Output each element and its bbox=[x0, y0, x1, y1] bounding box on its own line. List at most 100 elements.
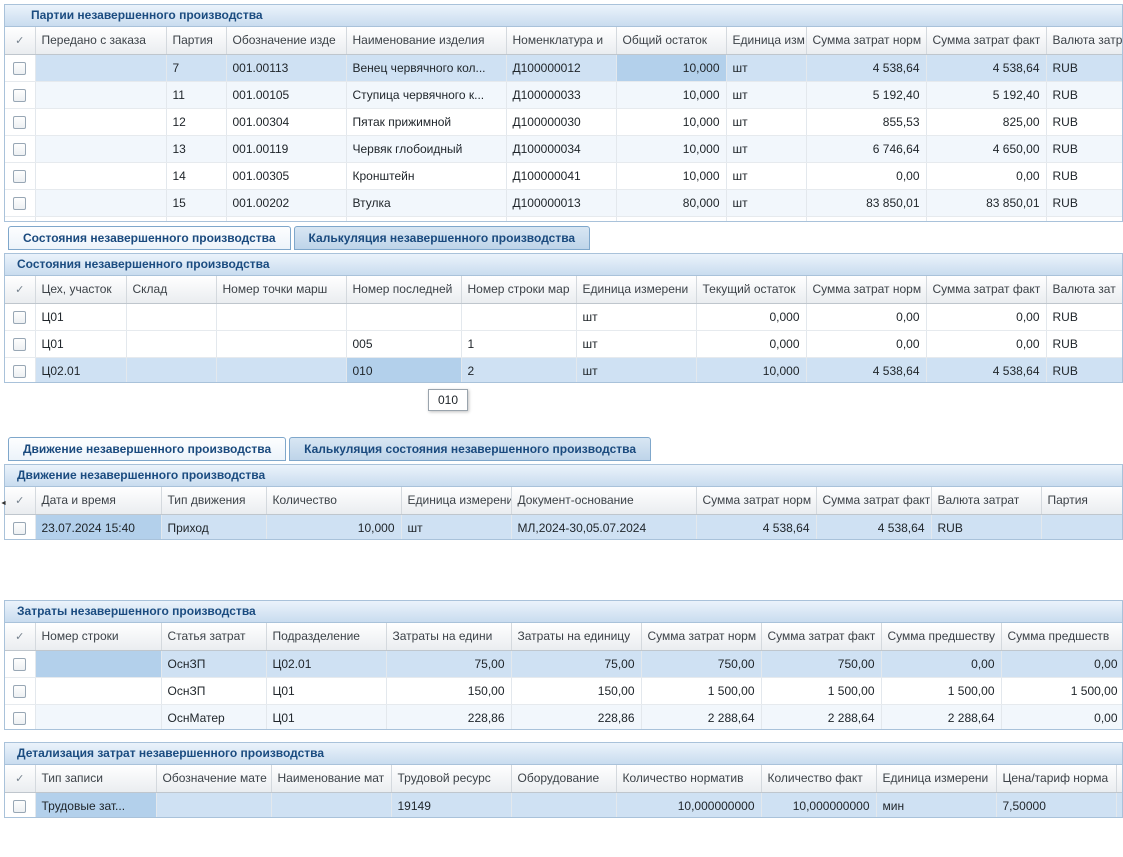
column-header[interactable]: Сумма затрат факт bbox=[926, 27, 1046, 54]
table-cell[interactable]: RUB bbox=[1046, 216, 1123, 222]
row-checkbox[interactable] bbox=[13, 62, 26, 75]
column-header[interactable]: Сумма затрат норм bbox=[696, 487, 816, 514]
table-cell[interactable]: 10,000 bbox=[616, 162, 726, 189]
column-header[interactable]: Сумма предшеств bbox=[1001, 623, 1123, 650]
table-cell[interactable]: Д100000034 bbox=[506, 135, 616, 162]
table-cell[interactable]: Ц02.01 bbox=[35, 357, 126, 383]
table-cell[interactable]: 0,00 bbox=[926, 303, 1046, 330]
column-header[interactable]: Наименование мат bbox=[271, 765, 391, 792]
table-cell[interactable]: 1 500,00 bbox=[761, 677, 881, 704]
column-header[interactable]: Единица измерени bbox=[401, 487, 511, 514]
table-cell[interactable]: 4 538,64 bbox=[816, 514, 931, 540]
column-header[interactable]: Количество норматив bbox=[616, 765, 761, 792]
column-header[interactable]: Трудовой ресурс bbox=[391, 765, 511, 792]
table-cell[interactable]: Д100000018 bbox=[506, 216, 616, 222]
table-cell[interactable]: 228,86 bbox=[386, 704, 511, 730]
table-cell[interactable]: Втулка bbox=[346, 189, 506, 216]
table-cell[interactable] bbox=[35, 135, 166, 162]
column-header[interactable]: Цех, участок bbox=[35, 276, 126, 303]
table-cell[interactable] bbox=[35, 108, 166, 135]
table-cell[interactable]: RUB bbox=[1046, 108, 1123, 135]
table-cell[interactable]: 10,000 bbox=[696, 357, 806, 383]
table-cell[interactable]: RUB bbox=[931, 514, 1041, 540]
table-cell[interactable] bbox=[126, 330, 216, 357]
column-header[interactable]: Документ-основание bbox=[511, 487, 696, 514]
select-all-header[interactable]: ✓ bbox=[5, 765, 35, 792]
table-cell[interactable]: 228,86 bbox=[511, 704, 641, 730]
table-cell[interactable]: 4 538,64 bbox=[926, 357, 1046, 383]
table-cell[interactable]: 0,00 bbox=[881, 650, 1001, 677]
row-checkbox[interactable] bbox=[13, 800, 26, 813]
table-cell[interactable]: 83 850,01 bbox=[926, 189, 1046, 216]
table-cell[interactable]: 13 bbox=[166, 135, 226, 162]
column-header[interactable]: Затраты на единицу bbox=[511, 623, 641, 650]
row-checkbox[interactable] bbox=[13, 712, 26, 725]
table-cell[interactable]: 10,000 bbox=[266, 514, 401, 540]
table-cell[interactable]: Червяк глобоидный bbox=[346, 135, 506, 162]
table-cell[interactable] bbox=[126, 357, 216, 383]
table-cell[interactable]: Ц01 bbox=[35, 303, 126, 330]
table-cell[interactable]: Д100000013 bbox=[506, 189, 616, 216]
table-cell[interactable] bbox=[35, 650, 161, 677]
table-cell[interactable]: 1 500,00 bbox=[881, 677, 1001, 704]
column-header[interactable]: Единица измерени bbox=[876, 765, 996, 792]
table-cell[interactable]: 10,000 bbox=[616, 81, 726, 108]
column-header[interactable]: Ц bbox=[1116, 765, 1123, 792]
column-header[interactable]: Партия bbox=[1041, 487, 1123, 514]
column-header[interactable]: Единица изм bbox=[726, 27, 806, 54]
table-cell[interactable]: 2 288,64 bbox=[641, 704, 761, 730]
table-cell[interactable]: 19149 bbox=[391, 792, 511, 818]
table-cell[interactable] bbox=[35, 677, 161, 704]
table-row[interactable]: 13001.00119Червяк глобоидныйД10000003410… bbox=[5, 135, 1123, 162]
table-cell[interactable]: 0,00 bbox=[806, 162, 926, 189]
row-checkbox[interactable] bbox=[13, 170, 26, 183]
table-cell[interactable]: 15 bbox=[166, 189, 226, 216]
table-cell[interactable]: 4 650,00 bbox=[926, 135, 1046, 162]
table-cell[interactable]: 0,000 bbox=[696, 330, 806, 357]
table-cell[interactable]: Венец червячного кол... bbox=[346, 54, 506, 81]
table-cell[interactable]: шт bbox=[576, 330, 696, 357]
table-cell[interactable]: 4 538,64 bbox=[696, 514, 816, 540]
table-cell[interactable]: RUB bbox=[1046, 189, 1123, 216]
table-cell[interactable]: 21 bbox=[166, 216, 226, 222]
table-cell[interactable]: RUB bbox=[1046, 135, 1123, 162]
table-cell[interactable]: Ц01 bbox=[266, 677, 386, 704]
column-header[interactable]: Количество факт bbox=[761, 765, 876, 792]
select-all-header[interactable]: ✓ bbox=[5, 27, 35, 54]
table-cell[interactable]: 14 bbox=[166, 162, 226, 189]
table-cell[interactable]: 6 746,64 bbox=[806, 135, 926, 162]
table-cell[interactable]: 001.00305 bbox=[226, 162, 346, 189]
table-cell[interactable] bbox=[511, 792, 616, 818]
column-header[interactable]: Сумма затрат факт bbox=[816, 487, 931, 514]
table-cell[interactable]: 855,53 bbox=[806, 108, 926, 135]
table-row[interactable]: 15001.00202ВтулкаД10000001380,000шт83 85… bbox=[5, 189, 1123, 216]
table-cell[interactable]: 005 bbox=[346, 330, 461, 357]
column-header[interactable]: Валюта затрат bbox=[931, 487, 1041, 514]
table-cell[interactable] bbox=[271, 792, 391, 818]
column-header[interactable]: Сумма затрат норм bbox=[806, 276, 926, 303]
column-header[interactable]: Подразделение bbox=[266, 623, 386, 650]
column-header[interactable]: Номенклатура и bbox=[506, 27, 616, 54]
column-header[interactable]: Номер точки марш bbox=[216, 276, 346, 303]
column-header[interactable]: Сумма предшеству bbox=[881, 623, 1001, 650]
column-header[interactable]: Дата и время bbox=[35, 487, 161, 514]
table-cell[interactable]: 5 192,40 bbox=[926, 81, 1046, 108]
table-cell[interactable]: 2 288,64 bbox=[761, 704, 881, 730]
table-cell[interactable]: ОснЗП bbox=[161, 677, 266, 704]
table-cell[interactable]: 010 bbox=[346, 357, 461, 383]
column-header[interactable]: Текущий остаток bbox=[696, 276, 806, 303]
table-cell[interactable]: Ц02.01 bbox=[266, 650, 386, 677]
table-cell[interactable]: Трудовые зат... bbox=[35, 792, 156, 818]
table-cell[interactable]: Ц01 bbox=[35, 330, 126, 357]
column-header[interactable]: Статья затрат bbox=[161, 623, 266, 650]
column-header[interactable]: Сумма затрат факт bbox=[926, 276, 1046, 303]
splitter-collapse-icon[interactable]: ◄ bbox=[0, 496, 9, 512]
table-cell[interactable]: 150,00 bbox=[386, 677, 511, 704]
table-cell[interactable]: RUB bbox=[1046, 330, 1123, 357]
table-cell[interactable]: Кронштейн bbox=[346, 162, 506, 189]
tab-wip-movement[interactable]: Движение незавершенного производства bbox=[8, 437, 286, 461]
row-checkbox[interactable] bbox=[13, 311, 26, 324]
table-row[interactable]: 7001.00113Венец червячного кол...Д100000… bbox=[5, 54, 1123, 81]
table-cell[interactable]: 10,000 bbox=[616, 108, 726, 135]
table-cell[interactable]: Д100000012 bbox=[506, 54, 616, 81]
